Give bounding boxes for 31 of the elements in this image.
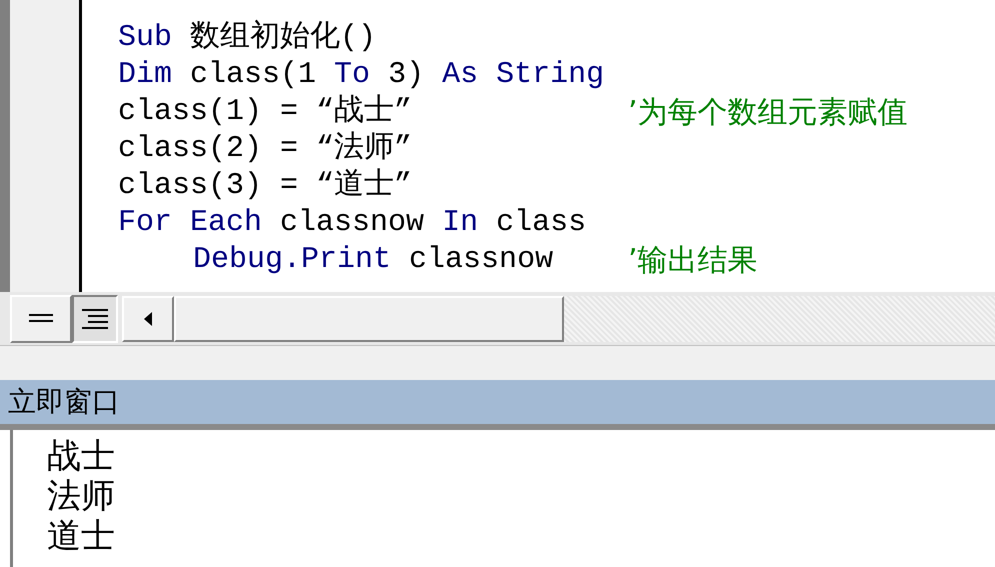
- code-keyword: Each: [190, 205, 262, 242]
- code-text: classnow: [280, 205, 424, 242]
- lines-icon: [29, 312, 53, 324]
- scroll-left-button[interactable]: [122, 296, 174, 342]
- scrollbar-thumb[interactable]: [174, 296, 564, 342]
- code-comment: ’为每个数组元素赋值: [628, 94, 908, 131]
- output-line: 法师: [47, 476, 116, 516]
- code-keyword: To: [334, 57, 370, 94]
- code-text: class(1) = “战士”: [118, 94, 412, 131]
- code-keyword: String: [496, 57, 604, 94]
- output-line: 道士: [47, 516, 116, 556]
- output-line: 战士: [47, 436, 116, 476]
- code-keyword: As: [442, 57, 478, 94]
- left-arrow-icon: [144, 312, 152, 326]
- code-comment: ’输出结果: [628, 242, 758, 279]
- code-text: class(2) = “法师”: [118, 131, 412, 168]
- code-text: 3): [388, 57, 424, 94]
- lines-icon: [82, 308, 108, 330]
- code-text: classnow: [409, 242, 554, 279]
- code-keyword: Sub: [118, 20, 172, 57]
- code-text: class(1: [190, 57, 316, 94]
- code-text: class(3) = “道士”: [118, 168, 412, 205]
- code-text: class: [496, 205, 586, 242]
- window-title: 立即窗口: [8, 384, 120, 420]
- code-keyword: In: [442, 205, 478, 242]
- code-keyword: Debug.Print: [193, 242, 392, 279]
- procedure-view-button[interactable]: [10, 294, 72, 342]
- full-module-view-button[interactable]: [72, 294, 118, 342]
- code-keyword: Dim: [118, 57, 172, 94]
- code-text: 数组初始化(): [190, 20, 376, 57]
- code-keyword: For: [118, 205, 172, 242]
